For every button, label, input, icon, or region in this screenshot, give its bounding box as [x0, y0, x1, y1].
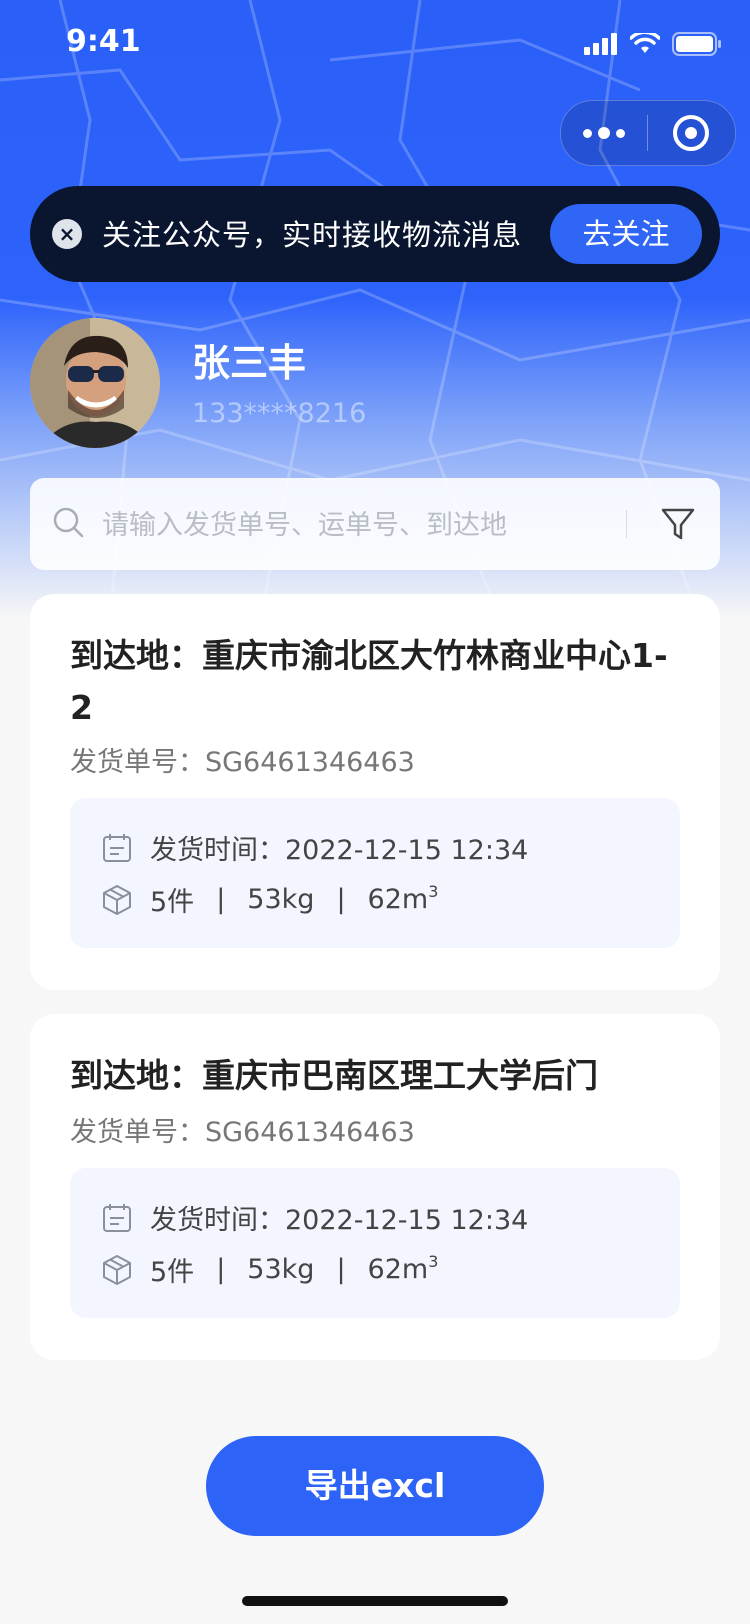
- shipment-card[interactable]: 到达地：重庆市巴南区理工大学后门 发货单号：SG6461346463 发货时间：…: [30, 1014, 720, 1360]
- search-icon: [53, 507, 84, 538]
- cargo-weight: 53kg: [247, 1254, 315, 1285]
- ship-time-row: 发货时间：2022-12-15 12:34: [100, 1198, 528, 1237]
- close-icon[interactable]: ×: [52, 219, 82, 249]
- cargo-weight: 53kg: [247, 884, 315, 915]
- status-bar: 9:41: [0, 0, 750, 88]
- status-time: 9:41: [66, 24, 141, 59]
- card-order-number: 发货单号：SG6461346463: [70, 1117, 415, 1148]
- ship-time: 发货时间：2022-12-15 12:34: [150, 835, 529, 866]
- target-icon[interactable]: [648, 113, 734, 153]
- follow-button[interactable]: 去关注: [550, 204, 702, 264]
- shipment-card[interactable]: 到达地：重庆市渝北区大竹林商业中心1-2 发货单号：SG6461346463 发…: [30, 594, 720, 990]
- avatar[interactable]: [30, 318, 160, 448]
- signal-icon: [584, 33, 617, 55]
- follow-banner: × 关注公众号，实时接收物流消息 去关注: [30, 186, 720, 282]
- search-bar: [30, 478, 720, 570]
- home-indicator: [242, 1596, 508, 1606]
- mini-program-capsule: [560, 100, 736, 166]
- user-phone: 133****8216: [192, 398, 367, 429]
- card-info-panel: 发货时间：2022-12-15 12:34 5件 | 53kg | 62m3: [70, 798, 680, 948]
- filter-icon[interactable]: [658, 504, 698, 544]
- export-button[interactable]: 导出excl: [206, 1436, 544, 1536]
- cargo-volume: 62m3: [367, 1252, 439, 1285]
- card-info-panel: 发货时间：2022-12-15 12:34 5件 | 53kg | 62m3: [70, 1168, 680, 1318]
- card-destination: 到达地：重庆市巴南区理工大学后门: [70, 1056, 598, 1095]
- battery-icon: [672, 32, 721, 56]
- search-divider: [626, 510, 627, 538]
- cargo-volume: 62m3: [367, 882, 439, 915]
- wifi-icon: [630, 33, 660, 53]
- more-icon[interactable]: [561, 127, 647, 139]
- cargo-row: 5件 | 53kg | 62m3: [100, 880, 438, 919]
- cargo-pieces: 5件: [150, 887, 195, 918]
- box-icon: [103, 1254, 131, 1285]
- ship-time: 发货时间：2022-12-15 12:34: [150, 1205, 529, 1236]
- calendar-icon: [103, 1203, 131, 1232]
- search-input[interactable]: [100, 500, 624, 550]
- card-destination: 到达地：重庆市渝北区大竹林商业中心1-2: [70, 636, 668, 727]
- follow-banner-text: 关注公众号，实时接收物流消息: [102, 218, 523, 252]
- card-order-number: 发货单号：SG6461346463: [70, 747, 415, 778]
- ship-time-row: 发货时间：2022-12-15 12:34: [100, 828, 528, 867]
- cargo-pieces: 5件: [150, 1257, 195, 1288]
- user-name: 张三丰: [192, 341, 307, 385]
- cargo-row: 5件 | 53kg | 62m3: [100, 1250, 438, 1289]
- box-icon: [103, 884, 131, 915]
- status-icons: [584, 32, 722, 56]
- calendar-icon: [103, 833, 131, 862]
